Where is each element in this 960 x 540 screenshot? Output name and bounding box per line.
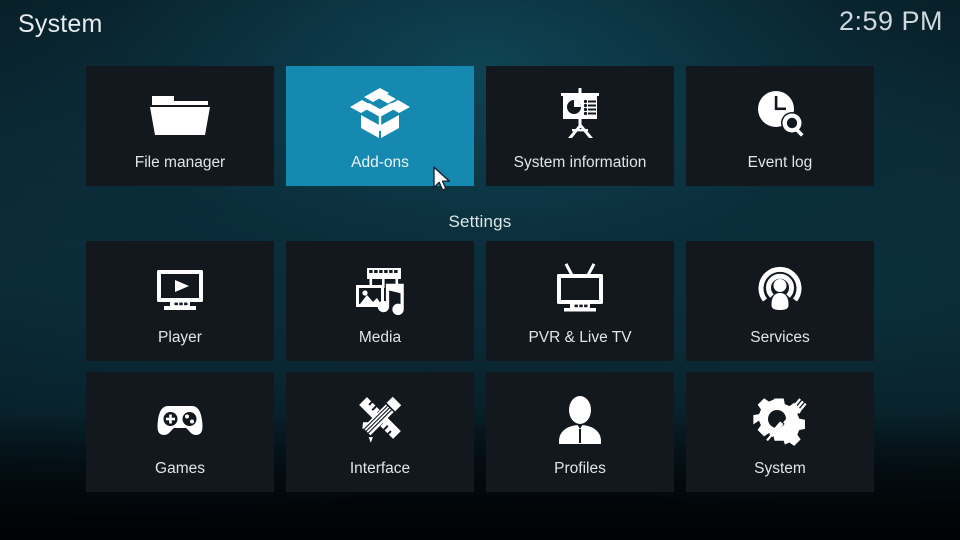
settings-tile-grid: Player Media PVR & Live TV Services Game…	[86, 241, 874, 492]
tile-label: System	[754, 460, 806, 477]
folder-icon	[148, 84, 212, 144]
film-photo-music-icon	[348, 259, 412, 319]
tile-interface[interactable]: Interface	[286, 372, 474, 492]
clock-search-icon	[748, 84, 812, 144]
gamepad-icon	[148, 390, 212, 450]
monitor-play-icon	[148, 259, 212, 319]
gear-tools-icon	[748, 390, 812, 450]
header-bar: System 2:59 PM	[0, 0, 960, 56]
tile-player[interactable]: Player	[86, 241, 274, 361]
tile-services[interactable]: Services	[686, 241, 874, 361]
person-icon	[548, 390, 612, 450]
top-tile-grid: File manager Add-ons System information …	[86, 66, 874, 186]
tv-antenna-icon	[548, 259, 612, 319]
tile-label: Event log	[747, 154, 813, 171]
tile-system[interactable]: System	[686, 372, 874, 492]
tile-label: Media	[358, 329, 402, 346]
tile-add-ons[interactable]: Add-ons	[286, 66, 474, 186]
tile-file-manager[interactable]: File manager	[86, 66, 274, 186]
tile-label: File manager	[134, 154, 226, 171]
tile-system-information[interactable]: System information	[486, 66, 674, 186]
page-title: System	[18, 10, 103, 38]
presentation-board-icon	[548, 84, 612, 144]
tile-label: Services	[750, 329, 810, 346]
tile-label: Profiles	[554, 460, 606, 477]
tile-label: Games	[155, 460, 205, 477]
tile-label: Add-ons	[351, 154, 409, 171]
tile-pvr-live-tv[interactable]: PVR & Live TV	[486, 241, 674, 361]
tile-label: System information	[513, 154, 647, 171]
tile-media[interactable]: Media	[286, 241, 474, 361]
kodi-system-screen: System 2:59 PM File manager Add-ons Syst…	[0, 0, 960, 540]
open-box-icon	[348, 84, 412, 144]
tile-label: PVR & Live TV	[528, 329, 632, 346]
settings-section-heading: Settings	[448, 212, 512, 231]
broadcast-person-icon	[748, 259, 812, 319]
tile-event-log[interactable]: Event log	[686, 66, 874, 186]
tile-label: Player	[158, 329, 202, 346]
tile-profiles[interactable]: Profiles	[486, 372, 674, 492]
tile-games[interactable]: Games	[86, 372, 274, 492]
tile-label: Interface	[349, 460, 411, 477]
pencil-ruler-icon	[348, 390, 412, 450]
clock: 2:59 PM	[838, 6, 943, 36]
